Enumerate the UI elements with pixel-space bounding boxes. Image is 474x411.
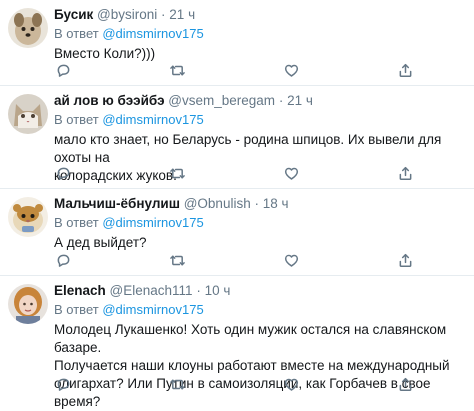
reply-prefix: В ответ <box>54 302 99 317</box>
timestamp[interactable]: 10 ч <box>205 283 231 298</box>
reply-context: В ответ @dimsmirnov175 <box>54 111 466 128</box>
cat-avatar[interactable] <box>8 94 48 134</box>
tweet-text-line: А дед выйдет? <box>54 235 147 250</box>
separator-dot: · <box>278 93 284 108</box>
reply-context: В ответ @dimsmirnov175 <box>54 25 466 42</box>
tweet-actions <box>54 252 414 268</box>
display-name[interactable]: Мальчиш-ёбнулиш <box>54 196 180 211</box>
reply-icon[interactable] <box>54 376 72 392</box>
woman-avatar[interactable] <box>8 284 48 324</box>
tweet-actions <box>54 62 414 78</box>
retweet-icon[interactable] <box>168 62 186 78</box>
tweet-header: Мальчиш-ёбнулиш @Obnulish · 18 ч <box>54 195 466 213</box>
separator-dot: · <box>196 283 201 298</box>
display-name[interactable]: ай лов ю бээйбэ <box>54 93 165 108</box>
share-icon[interactable] <box>396 252 414 268</box>
reply-prefix: В ответ <box>54 112 99 127</box>
tweet-header: Elenach @Elenach111 · 10 ч <box>54 282 466 300</box>
display-name[interactable]: Бусик <box>54 7 93 22</box>
reply-prefix: В ответ <box>54 26 99 41</box>
tweet-text-line: мало кто знает, но Беларусь - родина шпи… <box>54 132 442 165</box>
reply-mention-link[interactable]: @dimsmirnov175 <box>102 302 203 317</box>
tweet-text-line: Вместо Коли?))) <box>54 46 156 61</box>
reply-context: В ответ @dimsmirnov175 <box>54 301 466 318</box>
tweet-feed: Бусик @bysironi · 21 ч В ответ @dimsmirn… <box>0 0 474 409</box>
share-icon[interactable] <box>396 165 414 181</box>
reply-prefix: В ответ <box>54 215 99 230</box>
tweet-header: ай лов ю бээйбэ @vsem_beregam · 21 ч <box>54 92 466 110</box>
dog-avatar[interactable] <box>8 8 48 48</box>
separator-dot: · <box>161 7 166 22</box>
user-handle[interactable]: @vsem_beregam <box>168 93 275 108</box>
tweet-text-line: Молодец Лукашенко! Хоть один мужик остал… <box>54 322 447 355</box>
tweet-actions <box>54 376 414 392</box>
timestamp[interactable]: 18 ч <box>263 196 289 211</box>
separator-dot: · <box>254 196 259 211</box>
retweet-icon[interactable] <box>168 252 186 268</box>
reply-mention-link[interactable]: @dimsmirnov175 <box>102 112 203 127</box>
tweet-text: Молодец Лукашенко! Хоть один мужик остал… <box>54 321 466 411</box>
like-icon[interactable] <box>282 252 300 268</box>
like-icon[interactable] <box>282 62 300 78</box>
timestamp[interactable]: 21 ч <box>287 93 313 108</box>
tweet-text: А дед выйдет? <box>54 234 466 252</box>
like-icon[interactable] <box>282 376 300 392</box>
tweet-text: Вместо Коли?))) <box>54 45 466 63</box>
hamster-avatar[interactable] <box>8 197 48 237</box>
reply-icon[interactable] <box>54 62 72 78</box>
tweet-text-line: Получается наши клоуны работают вместе н… <box>54 358 450 373</box>
reply-icon[interactable] <box>54 252 72 268</box>
reply-icon[interactable] <box>54 165 72 181</box>
display-name[interactable]: Elenach <box>54 283 106 298</box>
reply-mention-link[interactable]: @dimsmirnov175 <box>102 215 203 230</box>
user-handle[interactable]: @Elenach111 <box>110 283 193 298</box>
share-icon[interactable] <box>396 376 414 392</box>
user-handle[interactable]: @Obnulish <box>184 196 251 211</box>
reply-mention-link[interactable]: @dimsmirnov175 <box>102 26 203 41</box>
tweet[interactable]: Мальчиш-ёбнулиш @Obnulish · 18 ч В ответ… <box>0 189 474 276</box>
tweet-actions <box>54 165 414 181</box>
like-icon[interactable] <box>282 165 300 181</box>
tweet[interactable]: ай лов ю бээйбэ @vsem_beregam · 21 ч В о… <box>0 86 474 189</box>
tweet-header: Бусик @bysironi · 21 ч <box>54 6 466 24</box>
retweet-icon[interactable] <box>168 165 186 181</box>
share-icon[interactable] <box>396 62 414 78</box>
tweet[interactable]: Бусик @bysironi · 21 ч В ответ @dimsmirn… <box>0 0 474 86</box>
retweet-icon[interactable] <box>168 376 186 392</box>
tweet[interactable]: Elenach @Elenach111 · 10 ч В ответ @dims… <box>0 276 474 409</box>
timestamp[interactable]: 21 ч <box>169 7 195 22</box>
reply-context: В ответ @dimsmirnov175 <box>54 214 466 231</box>
user-handle[interactable]: @bysironi <box>97 7 157 22</box>
